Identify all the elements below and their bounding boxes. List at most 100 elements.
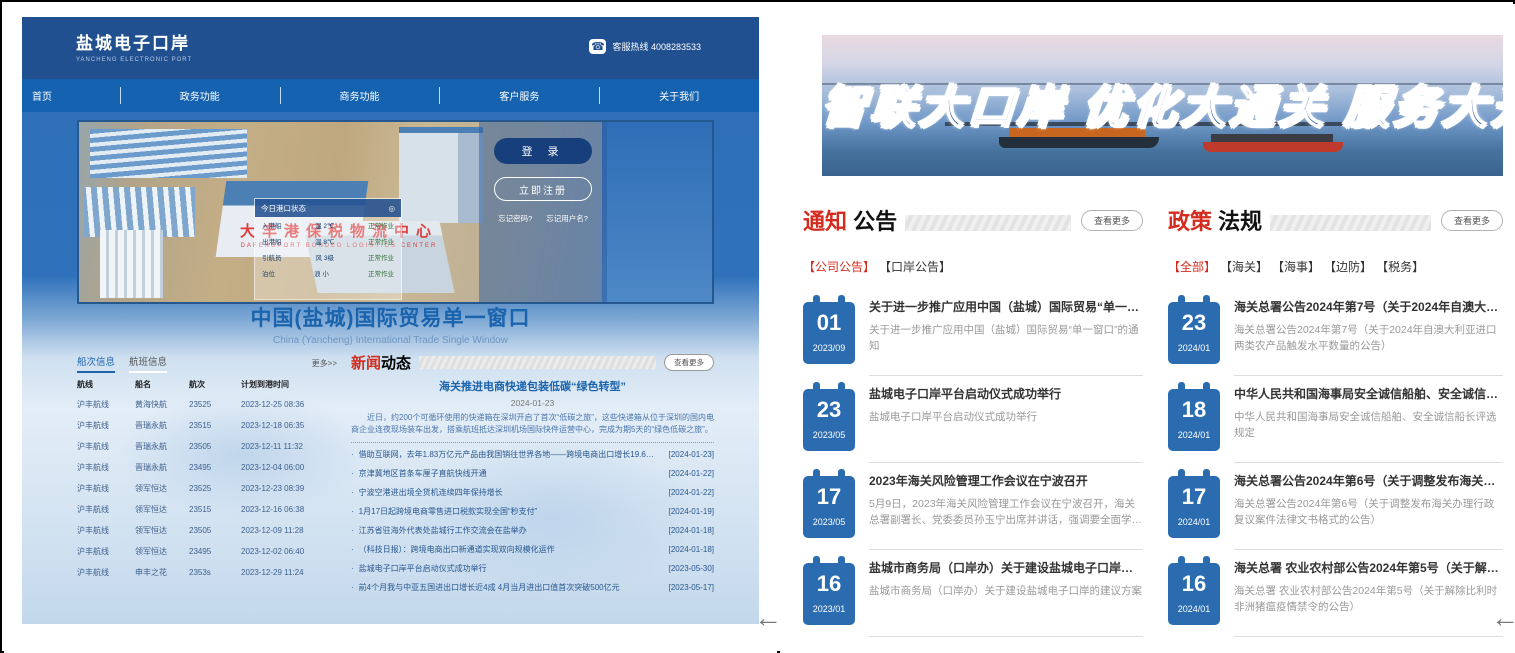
news-list-item[interactable]: · 借助互联网，去年1.83万亿元产品由我国销往世界各地——跨境电商出口增长19…: [351, 445, 714, 464]
notice-item-summary: 关于进一步推广应用中国（盐城）国际贸易“单一窗口”的通知: [869, 322, 1143, 354]
cell-route: 沪丰航线: [77, 504, 135, 515]
cell-eta: 2023-12-02 06:40: [241, 547, 337, 556]
cell-eta: 2023-12-16 06:38: [241, 505, 337, 514]
notice-more-button[interactable]: 查看更多: [1081, 210, 1143, 231]
policy-tab[interactable]: 【海事】: [1272, 258, 1320, 275]
notice-header: 通知 公告 查看更多: [803, 204, 1143, 236]
policy-title: 政策 法规: [1168, 204, 1262, 236]
nav-item[interactable]: 政务功能: [120, 79, 280, 112]
policy-item[interactable]: 17 2024/01 海关总署公告2024年第6号（关于调整发布海关办理行政复议…: [1168, 463, 1503, 550]
policy-tab[interactable]: 【税务】: [1376, 258, 1424, 275]
policy-tab[interactable]: 【边防】: [1324, 258, 1372, 275]
policy-tab-label: 【海关】: [1220, 260, 1268, 274]
policy-item[interactable]: 16 2024/01 海关总署 农业农村部公告2024年第5号（关于解除比利时非…: [1168, 550, 1503, 637]
back-arrow-icon[interactable]: ←: [754, 604, 782, 632]
featured-title[interactable]: 海关推进电商快递包装低碳“绿色转型”: [351, 378, 714, 394]
login-button[interactable]: 登 录: [494, 138, 592, 164]
policy-list: 23 2024/01 海关总署公告2024年第7号（关于2024年自澳大利亚进口…: [1168, 289, 1503, 637]
forgot-password-link[interactable]: 忘记密码?: [498, 213, 532, 224]
notice-tab-label: 【口岸公告】: [879, 260, 951, 274]
back-arrow-icon[interactable]: ←: [1491, 604, 1515, 632]
col-ship: 船名: [135, 379, 189, 390]
cell-eta: 2023-12-04 06:00: [241, 463, 337, 472]
phone-icon: ☎: [589, 39, 606, 54]
port-status-title: 今日港口状态: [261, 203, 306, 214]
news-list-item[interactable]: · 盐城电子口岸平台启动仪式成功举行 [2023-05-30]: [351, 559, 714, 578]
yancheng-port-site: 盐城电子口岸 YANCHENG ELECTRONIC PORT ☎ 客服热线 4…: [22, 17, 759, 639]
hotline: ☎ 客服热线 4008283533: [589, 39, 701, 54]
policy-header: 政策 法规 查看更多: [1168, 204, 1503, 236]
news-item-date: [2024-01-22]: [669, 488, 714, 497]
nav-item-label: 商务功能: [340, 88, 380, 103]
news-list-item[interactable]: · 江苏省驻海外代表处盐城行工作交流会在盐举办 [2024-01-18]: [351, 521, 714, 540]
policy-item-body: 中华人民共和国海事局安全诚信船舶、安全诚信船长评选规定 中华人民共和国海事局安全…: [1234, 383, 1503, 453]
nav-item[interactable]: 商务功能: [280, 79, 440, 112]
news-list-item[interactable]: · （科技日报）：跨境电商出口新通道实现双向规模化运作 [2024-01-18]: [351, 540, 714, 559]
bullet-icon: ·: [351, 488, 354, 497]
cell-voyage: 2353s: [189, 568, 241, 577]
news-more-button[interactable]: 查看更多: [664, 354, 714, 371]
port-status-row: 出港船 温 8℃ 正常作业: [255, 233, 401, 249]
cell-eta: 2023-12-11 11:32: [241, 442, 337, 451]
cell-ship: 领军恒达: [135, 483, 189, 494]
nav-item[interactable]: 客户服务: [439, 79, 599, 112]
news-section: 新闻动态 查看更多 海关推进电商快递包装低碳“绿色转型” 2024-01-23 …: [351, 352, 714, 618]
news-list-item[interactable]: · 宁波空港进出境全货机连续四年保持增长 [2024-01-22]: [351, 483, 714, 502]
notice-item[interactable]: 23 2023/05 盐城电子口岸平台启动仪式成功举行 盐城电子口岸平台启动仪式…: [803, 376, 1143, 463]
news-item-date: [2024-01-18]: [669, 545, 714, 554]
cell-eta: 2023-12-29 11:24: [241, 568, 337, 577]
notice-list: 01 2023/09 关于进一步推广应用中国（盐城）国际贸易“单一窗口”的通 关…: [803, 289, 1143, 637]
policy-item-body: 海关总署公告2024年第6号（关于调整发布海关办理行政复议… 海关总署公告202…: [1234, 470, 1503, 540]
policy-item[interactable]: 18 2024/01 中华人民共和国海事局安全诚信船舶、安全诚信船长评选规定 中…: [1168, 376, 1503, 463]
notice-item[interactable]: 16 2023/01 盐城市商务局（口岸办）关于建设盐城电子口岸的建议方案 盐城…: [803, 550, 1143, 637]
header-decorative-bar: [419, 356, 656, 369]
policy-tab[interactable]: 【全部】: [1168, 258, 1216, 275]
schedule-row: 沪丰航线 领军恒达 23515 2023-12-16 06:38: [77, 499, 337, 520]
notice-item[interactable]: 01 2023/09 关于进一步推广应用中国（盐城）国际贸易“单一窗口”的通 关…: [803, 289, 1143, 376]
news-list-item[interactable]: · 京津冀地区首条车厘子直航快线开通 [2024-01-22]: [351, 464, 714, 483]
cell-voyage: 23525: [189, 400, 241, 409]
status-value: 温 8℃: [315, 236, 334, 246]
notice-tabs: 【公司公告】 【口岸公告】: [803, 258, 1143, 275]
notice-column: 通知 公告 查看更多 【公司公告】 【口岸公告】 01 2023/09: [803, 204, 1143, 637]
notice-tab[interactable]: 【公司公告】: [803, 258, 875, 275]
forgot-username-link[interactable]: 忘记用户名?: [546, 213, 588, 224]
notice-item-body: 关于进一步推广应用中国（盐城）国际贸易“单一窗口”的通 关于进一步推广应用中国（…: [869, 296, 1143, 366]
news-item-title: 盐城电子口岸平台启动仪式成功举行: [359, 563, 659, 574]
register-button[interactable]: 立即注册: [494, 177, 592, 201]
office-building: [100, 230, 163, 298]
policy-tab-label: 【海事】: [1272, 260, 1320, 274]
slogan-text: 智联大口岸 优化大通关 服务大开放: [822, 71, 1503, 136]
news-list-item[interactable]: · 前4个月我与中亚五国进出口增长近4成 4月当月进出口值首次突破500亿元 […: [351, 578, 714, 597]
schedule-tab[interactable]: 航班信息: [129, 354, 167, 373]
schedule-row: 沪丰航线 晋瑞永航 23515 2023-12-18 06:35: [77, 415, 337, 436]
status-state: 正常作业: [368, 268, 394, 278]
status-state: 正常作业: [368, 220, 394, 230]
schedule-tab[interactable]: 船次信息: [77, 354, 115, 373]
policy-more-button[interactable]: 查看更多: [1441, 210, 1503, 231]
nav-item[interactable]: 关于我们: [599, 79, 759, 112]
news-item-date: [2024-01-22]: [669, 469, 714, 478]
col-route: 航线: [77, 379, 135, 390]
calendar-date-icon: 17 2024/01: [1168, 476, 1220, 538]
cell-ship: 黄海快航: [135, 399, 189, 410]
notice-item-title: 盐城电子口岸平台启动仪式成功举行: [869, 385, 1143, 402]
logo-subtitle: YANCHENG ELECTRONIC PORT: [76, 57, 192, 63]
notice-title-red: 通知: [803, 209, 847, 234]
schedule-more-link[interactable]: 更多>>: [312, 358, 337, 369]
news-list-item[interactable]: · 1月17日起跨境电商零售进口税款实现全国“秒支付” [2024-01-19]: [351, 502, 714, 521]
col-eta: 计划到港时间: [241, 379, 337, 390]
notice-item[interactable]: 17 2023/05 2023年海关风险管理工作会议在宁波召开 5月9日，202…: [803, 463, 1143, 550]
news-item-title: 1月17日起跨境电商零售进口税款实现全国“秒支付”: [359, 506, 659, 517]
calendar-date-icon: 17 2023/05: [803, 476, 855, 538]
single-window-title: 中国(盐城)国际贸易单一窗口 China (Yancheng) Internat…: [22, 302, 759, 346]
notice-tab[interactable]: 【口岸公告】: [879, 258, 951, 275]
schedule-row: 沪丰航线 晋瑞永航 23505 2023-12-11 11:32: [77, 436, 337, 457]
status-widget-icon[interactable]: ◎: [388, 204, 395, 213]
nav-item-label: 客户服务: [499, 88, 539, 103]
policy-tab[interactable]: 【海关】: [1220, 258, 1268, 275]
policy-item[interactable]: 23 2024/01 海关总署公告2024年第7号（关于2024年自澳大利亚进口…: [1168, 289, 1503, 376]
hotline-label: 客服热线 4008283533: [612, 40, 701, 53]
notice-item-body: 盐城市商务局（口岸办）关于建设盐城电子口岸的建议方案 盐城市商务局（口岸办）关于…: [869, 557, 1143, 627]
nav-item[interactable]: 首页: [22, 79, 120, 112]
